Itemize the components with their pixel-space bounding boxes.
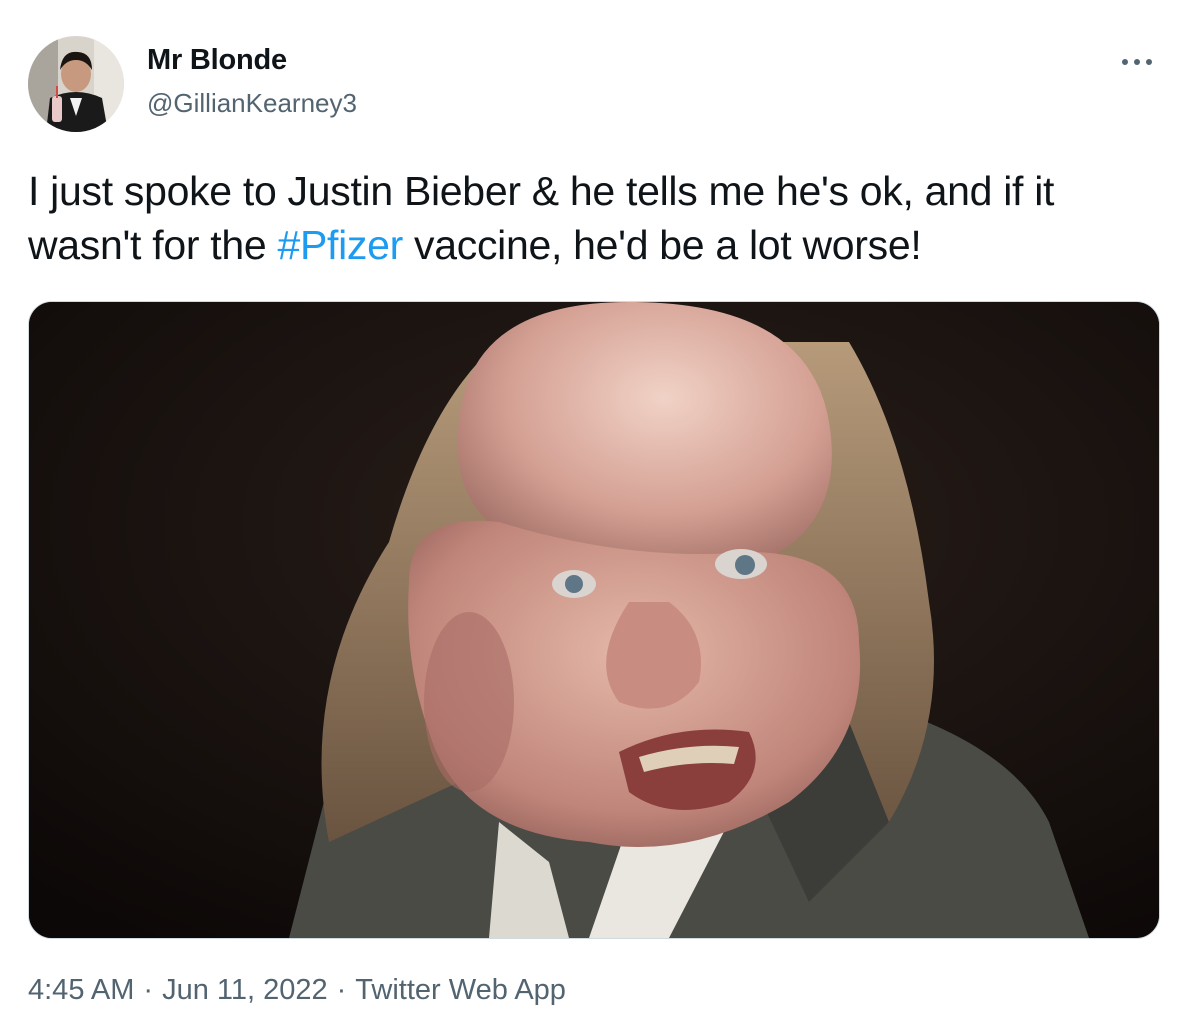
tweet-text: I just spoke to Justin Bieber & he tells… [28, 164, 1168, 272]
photo-image [29, 302, 1159, 938]
meta-separator: · [336, 974, 347, 1006]
avatar-photo [28, 36, 124, 132]
author-display-name[interactable]: Mr Blonde [147, 44, 287, 77]
tweet-date[interactable]: Jun 11, 2022 [162, 974, 328, 1006]
tweet-media-photo[interactable] [28, 301, 1160, 939]
tweet-source[interactable]: Twitter Web App [355, 974, 566, 1006]
hashtag-link[interactable]: #Pfizer [277, 222, 403, 268]
tweet: Mr Blonde @GillianKearney3 I just spoke … [0, 0, 1188, 1034]
tweet-metadata: 4:45 AM · Jun 11, 2022 · Twitter Web App [28, 974, 566, 1007]
tweet-time[interactable]: 4:45 AM [28, 974, 134, 1006]
meta-separator: · [143, 974, 154, 1006]
author-avatar[interactable] [28, 36, 124, 132]
more-options-button[interactable] [1112, 44, 1162, 80]
author-handle[interactable]: @GillianKearney3 [147, 88, 357, 119]
tweet-text-part2: vaccine, he'd be a lot worse! [402, 222, 922, 268]
more-horizontal-icon [1122, 59, 1152, 65]
